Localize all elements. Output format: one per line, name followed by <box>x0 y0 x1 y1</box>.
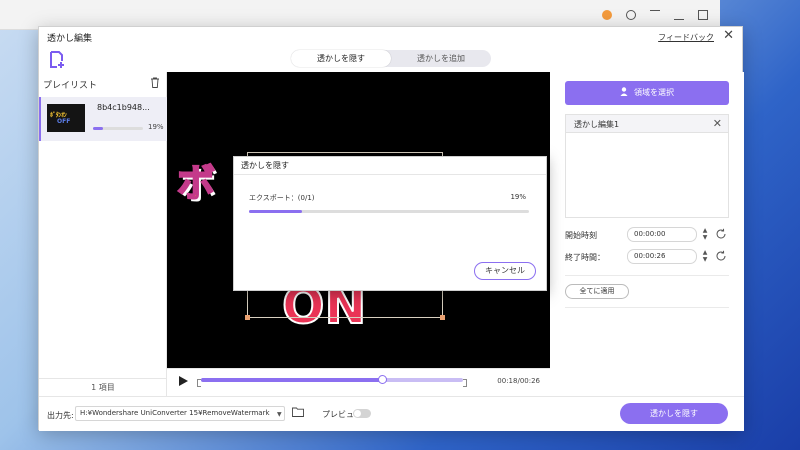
search-icon <box>626 10 636 20</box>
export-percent: 19% <box>510 193 526 201</box>
timeline-bar: 00:18/00:26 <box>167 368 550 396</box>
mode-tabs: 透かしを隠す 透かしを追加 <box>291 50 491 67</box>
trash-icon[interactable] <box>150 77 160 88</box>
watermark-list-item[interactable]: 透かし編集1 ✕ <box>566 115 728 133</box>
dialog-title: 透かしを隠す <box>234 157 546 175</box>
select-area-label: 領域を選択 <box>634 88 674 97</box>
playlist-item-progress <box>93 127 143 130</box>
tab-add-watermark[interactable]: 透かしを追加 <box>391 50 491 67</box>
start-time-row: 開始時刻 00:00:00 ▲ ▼ <box>565 227 729 243</box>
tab-remove-watermark[interactable]: 透かしを隠す <box>291 50 391 67</box>
playlist-item-name: 8b4c1b948... <box>97 103 150 112</box>
watermark-settings-panel: 領域を選択 透かし編集1 ✕ 開始時刻 00:00:00 ▲ ▼ 終了時間： 00… <box>550 72 744 396</box>
orange-dot-icon <box>602 10 612 20</box>
end-time-input[interactable]: 00:00:26 <box>627 249 697 264</box>
playlist-item[interactable]: ﾎﾞﾀﾝｵﾝ OFF 8b4c1b948... 19% <box>39 97 167 141</box>
reset-icon[interactable] <box>715 250 727 262</box>
playlist-count: 1 項目 <box>39 378 167 396</box>
feedback-link[interactable]: フィードバック <box>658 32 714 43</box>
timeline-time: 00:18/00:26 <box>497 377 540 385</box>
playlist-item-progress-fill <box>93 127 103 130</box>
start-time-input[interactable]: 00:00:00 <box>627 227 697 242</box>
start-time-stepper[interactable]: ▲ ▼ <box>701 227 709 242</box>
playlist-panel: プレイリスト ﾎﾞﾀﾝｵﾝ OFF 8b4c1b948... 19% 1 項目 <box>39 72 167 396</box>
remove-watermark-button[interactable]: 透かしを隠す <box>620 403 728 424</box>
output-label: 出力先: <box>47 411 74 420</box>
end-time-stepper[interactable]: ▲ ▼ <box>701 249 709 264</box>
resize-handle[interactable] <box>245 315 250 320</box>
output-path-select[interactable]: H:¥Wondershare UniConverter 15¥RemoveWat… <box>75 406 285 421</box>
chevron-down-icon[interactable]: ▼ <box>277 411 282 418</box>
thumbnail-text-bottom: OFF <box>57 118 71 125</box>
video-thumbnail: ﾎﾞﾀﾝｵﾝ OFF <box>47 104 85 132</box>
reset-icon[interactable] <box>715 228 727 240</box>
preview-toggle[interactable] <box>353 409 371 418</box>
end-time-row: 終了時間： 00:00:26 ▲ ▼ <box>565 249 729 265</box>
start-time-label: 開始時刻 <box>565 231 597 240</box>
video-overlay-text-top: ボ <box>176 160 216 206</box>
bottom-bar: 出力先: H:¥Wondershare UniConverter 15¥Remo… <box>39 396 744 431</box>
window-title: 透かし編集 <box>47 34 93 44</box>
apply-all-button[interactable]: 全てに適用 <box>565 284 629 299</box>
range-end-handle[interactable] <box>463 379 467 387</box>
timeline-track[interactable] <box>201 375 463 384</box>
export-progress-dialog: 透かしを隠す エクスポート：(0/1) 19% キャンセル <box>233 156 547 291</box>
end-time-label: 終了時間： <box>565 253 605 262</box>
titlebar: 透かし編集 フィードバック ✕ <box>39 27 742 47</box>
range-start-handle[interactable] <box>197 379 201 387</box>
cancel-button[interactable]: キャンセル <box>474 262 536 280</box>
watermark-list: 透かし編集1 ✕ <box>565 114 729 218</box>
export-progress-fill <box>249 210 303 213</box>
folder-icon[interactable] <box>292 407 304 417</box>
add-file-icon[interactable] <box>49 51 65 69</box>
person-icon <box>620 87 628 96</box>
play-button[interactable] <box>179 376 188 386</box>
menu-icon <box>650 10 660 20</box>
divider <box>565 307 729 308</box>
divider <box>565 275 729 276</box>
maximize-icon <box>698 10 708 20</box>
close-icon[interactable]: ✕ <box>713 117 722 130</box>
export-count-label: エクスポート：(0/1) <box>249 194 315 202</box>
playlist-item-percent: 19% <box>148 123 164 131</box>
export-progress-bar <box>249 210 529 213</box>
playlist-heading: プレイリスト <box>43 81 98 91</box>
close-button[interactable]: ✕ <box>723 29 734 43</box>
resize-handle[interactable] <box>440 315 445 320</box>
minimize-icon <box>674 10 684 20</box>
watermark-item-label: 透かし編集1 <box>574 120 620 129</box>
timeline-track-fill <box>201 378 382 382</box>
playhead-handle[interactable] <box>377 375 387 384</box>
select-area-button[interactable]: 領域を選択 <box>565 81 729 105</box>
toggle-knob <box>354 410 361 417</box>
